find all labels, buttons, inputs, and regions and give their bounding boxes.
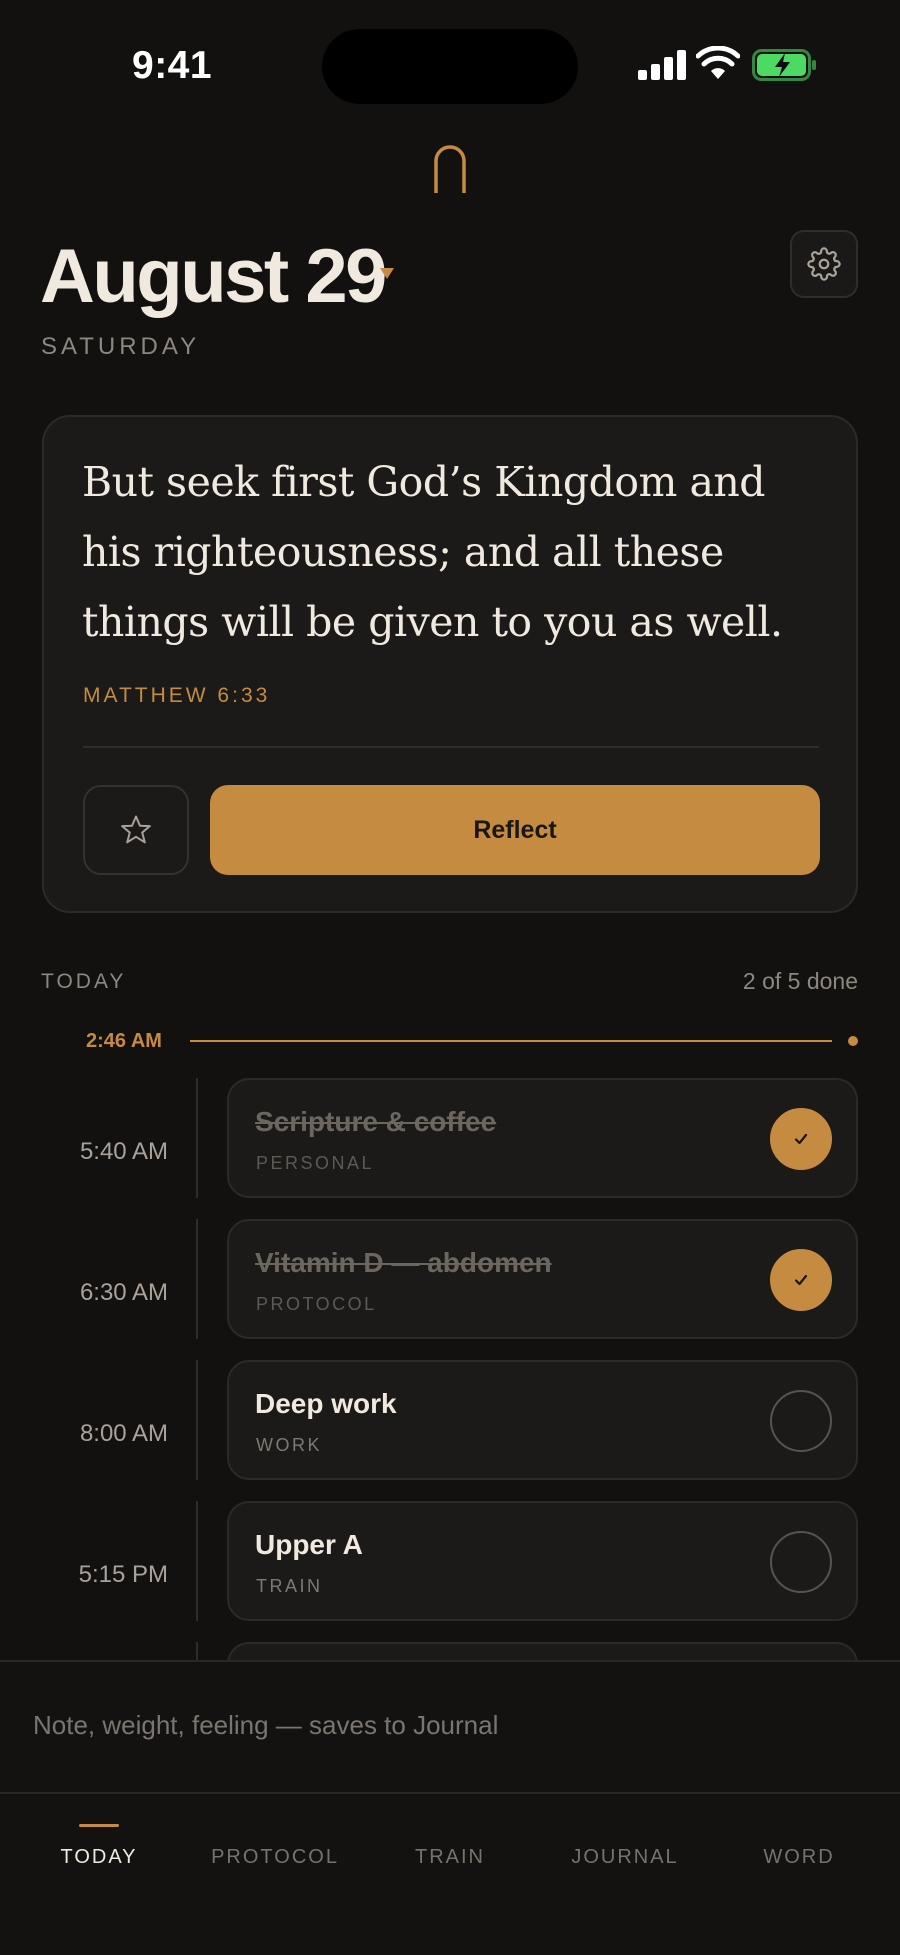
tab-train[interactable]: TRAIN — [362, 1846, 538, 1869]
note-input[interactable] — [33, 1710, 863, 1741]
task-card[interactable]: Vitamin D — abdomen PROTOCOL — [227, 1219, 858, 1339]
wifi-icon — [696, 46, 740, 79]
timeline-rail — [196, 1642, 198, 1662]
task-category: PERSONAL — [256, 1153, 375, 1173]
battery-charging-icon — [752, 49, 816, 81]
verse-card: But seek first God’s Kingdom and his rig… — [42, 415, 858, 913]
timeline-rail — [196, 1360, 198, 1480]
note-bar — [0, 1660, 900, 1794]
verse-reference: MATTHEW 6:33 — [83, 684, 271, 707]
tab-bar: TODAY PROTOCOL TRAIN JOURNAL WORD — [0, 1792, 900, 1955]
date-title[interactable]: August 29 — [40, 232, 387, 322]
verse-text: But seek first God’s Kingdom and his rig… — [82, 458, 783, 646]
section-title: TODAY — [41, 970, 127, 993]
task-card[interactable]: Deep work WORK — [227, 1360, 858, 1480]
current-time-dot — [848, 1036, 858, 1046]
dynamic-island — [322, 29, 578, 104]
favorite-button[interactable] — [83, 785, 189, 875]
task-checkbox[interactable] — [770, 1108, 832, 1170]
task-title: Scripture & coffee — [255, 1106, 497, 1137]
divider — [83, 746, 819, 748]
task-time: 5:40 AM — [79, 1138, 168, 1165]
task-checkbox[interactable] — [770, 1531, 832, 1593]
weekday-label: SATURDAY — [41, 333, 201, 360]
checkmark-icon — [794, 1274, 808, 1286]
gear-icon — [807, 247, 841, 281]
star-icon — [121, 815, 151, 844]
task-checkbox[interactable] — [770, 1249, 832, 1311]
timeline-rail — [196, 1078, 198, 1198]
settings-button[interactable] — [790, 230, 858, 298]
app-logo-icon — [434, 145, 466, 193]
task-card[interactable]: Scripture & coffee PERSONAL — [227, 1078, 858, 1198]
active-tab-indicator — [79, 1824, 119, 1827]
task-time: 6:30 AM — [79, 1279, 168, 1306]
task-category: PROTOCOL — [256, 1294, 377, 1314]
task-time: 5:15 PM — [78, 1561, 168, 1588]
tab-protocol[interactable]: PROTOCOL — [187, 1846, 363, 1869]
task-time: 8:00 AM — [79, 1420, 168, 1447]
task-title: Upper A — [255, 1529, 363, 1560]
reflect-button[interactable]: Reflect — [210, 785, 820, 875]
task-title: Deep work — [255, 1388, 397, 1419]
task-checkbox[interactable] — [770, 1390, 832, 1452]
timeline-rail — [196, 1219, 198, 1339]
tab-journal[interactable]: JOURNAL — [537, 1846, 713, 1869]
current-time-label: 2:46 AM — [86, 1030, 162, 1052]
cellular-signal-icon — [638, 50, 686, 80]
status-time: 9:41 — [132, 44, 213, 87]
current-time-line — [190, 1040, 832, 1042]
date-dropdown-icon[interactable] — [380, 268, 394, 279]
task-card[interactable]: Upper A TRAIN — [227, 1501, 858, 1621]
tab-today[interactable]: TODAY — [11, 1846, 187, 1869]
task-category: WORK — [256, 1435, 322, 1455]
tab-word[interactable]: WORD — [711, 1846, 887, 1869]
checkmark-icon — [794, 1133, 808, 1145]
task-title: Vitamin D — abdomen — [255, 1247, 552, 1278]
status-bar: 9:41 — [0, 0, 900, 130]
timeline-rail — [196, 1501, 198, 1621]
progress-count: 2 of 5 done — [742, 968, 858, 994]
task-category: TRAIN — [256, 1576, 323, 1596]
